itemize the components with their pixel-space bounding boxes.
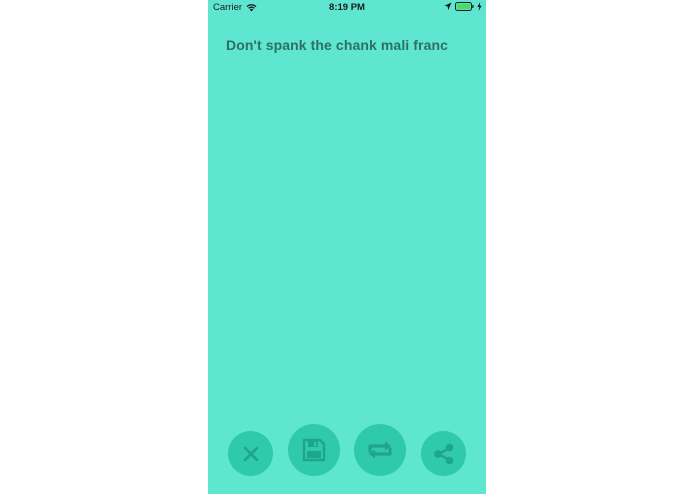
phrase-text: Don't spank the chank mali franc bbox=[226, 37, 449, 53]
status-indicators bbox=[444, 2, 482, 11]
location-arrow-icon bbox=[444, 2, 452, 11]
charging-bolt-icon bbox=[477, 2, 482, 11]
close-button[interactable] bbox=[228, 431, 273, 476]
action-bar bbox=[208, 424, 486, 476]
status-bar: Carrier 8:19 PM bbox=[208, 0, 486, 16]
battery-icon bbox=[455, 2, 474, 11]
repeat-button[interactable] bbox=[354, 424, 406, 476]
repeat-icon bbox=[366, 439, 394, 461]
share-button[interactable] bbox=[421, 431, 466, 476]
close-icon bbox=[243, 446, 259, 462]
share-icon bbox=[433, 443, 455, 465]
app-screen: Carrier 8:19 PM Don't spank the chank ma… bbox=[208, 0, 486, 494]
floppy-disk-icon bbox=[302, 438, 326, 462]
save-button[interactable] bbox=[288, 424, 340, 476]
